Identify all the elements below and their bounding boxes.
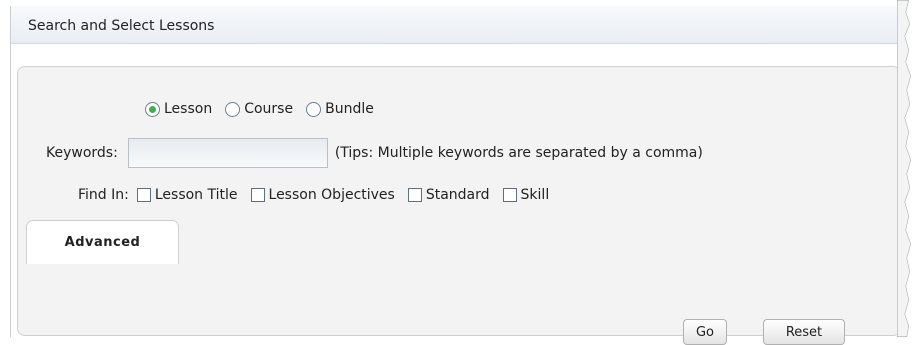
find-in-row: Find In: Lesson Title Lesson Objectives … xyxy=(78,187,562,203)
radio-bundle[interactable]: Bundle xyxy=(306,101,374,117)
radio-lesson[interactable]: Lesson xyxy=(145,101,212,117)
checkbox-lesson-title-box[interactable] xyxy=(136,188,151,202)
checkbox-lesson-title-label: Lesson Title xyxy=(154,187,238,203)
keywords-label: Keywords: xyxy=(46,145,118,161)
radio-course-circle[interactable] xyxy=(225,101,241,117)
checkbox-skill[interactable]: Skill xyxy=(502,187,550,203)
checkbox-standard-box[interactable] xyxy=(407,188,422,202)
keywords-input[interactable] xyxy=(127,138,328,168)
torn-edge-decoration xyxy=(897,0,917,337)
checkbox-lesson-objectives-label: Lesson Objectives xyxy=(268,187,395,203)
checkbox-skill-label: Skill xyxy=(520,187,550,203)
checkbox-standard-label: Standard xyxy=(425,187,490,203)
search-panel: Lesson Course Bundle Keywords: (Tips: Mu… xyxy=(17,66,901,336)
radio-bundle-circle[interactable] xyxy=(306,101,322,117)
radio-lesson-label: Lesson xyxy=(164,101,213,117)
checkbox-standard[interactable]: Standard xyxy=(407,187,490,203)
checkbox-lesson-title[interactable]: Lesson Title xyxy=(136,187,238,203)
radio-course-label: Course xyxy=(244,101,294,117)
find-in-label: Find In: xyxy=(78,187,129,203)
keywords-tip: (Tips: Multiple keywords are separated b… xyxy=(334,145,703,161)
window-header: Search and Select Lessons xyxy=(11,6,911,44)
radio-selected-dot xyxy=(149,105,156,113)
checkbox-skill-box[interactable] xyxy=(502,188,517,202)
torn-edge-icon xyxy=(897,0,917,337)
reset-button[interactable]: Reset xyxy=(763,319,845,345)
keywords-row: Keywords: (Tips: Multiple keywords are s… xyxy=(46,138,703,168)
checkbox-lesson-objectives[interactable]: Lesson Objectives xyxy=(250,187,395,203)
radio-bundle-label: Bundle xyxy=(325,101,374,117)
go-button[interactable]: Go xyxy=(683,319,727,345)
radio-lesson-circle[interactable] xyxy=(145,101,160,117)
window-title: Search and Select Lessons xyxy=(28,18,215,34)
tab-advanced[interactable]: Advanced xyxy=(26,220,179,264)
checkbox-lesson-objectives-box[interactable] xyxy=(250,188,265,202)
search-type-group: Lesson Course Bundle xyxy=(145,101,387,117)
radio-course[interactable]: Course xyxy=(225,101,293,117)
